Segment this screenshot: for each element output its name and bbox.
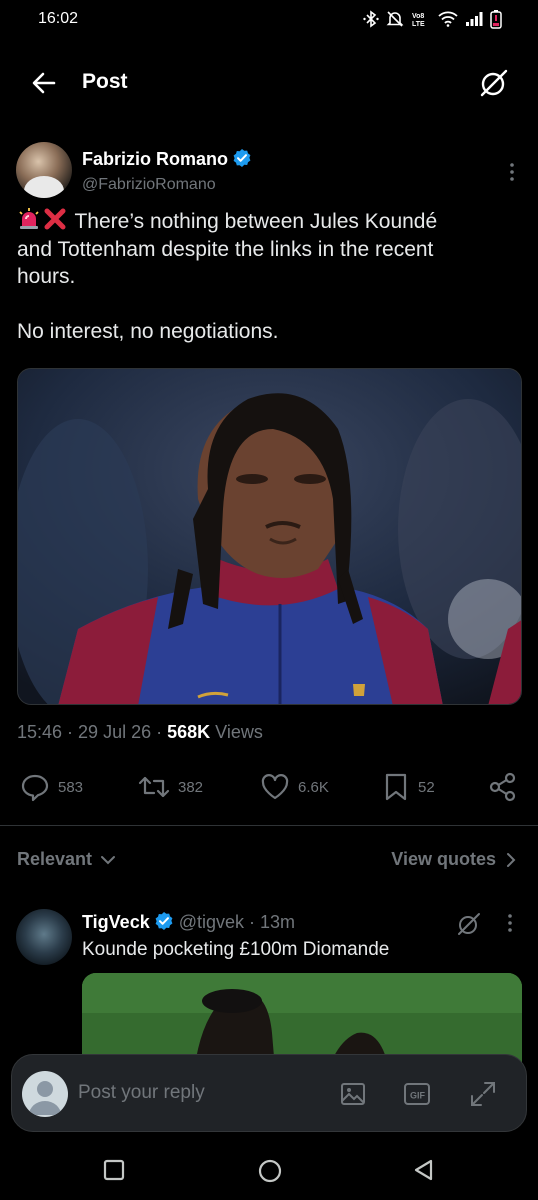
sort-relevant-dropdown[interactable]: Relevant <box>17 849 116 870</box>
reply-button[interactable]: 583 <box>20 772 83 802</box>
home-icon[interactable] <box>257 1158 283 1184</box>
reply-header: TigVeck @tigvek · 13m <box>82 912 296 932</box>
post-actions: 583 382 6.6K 52 <box>0 768 538 810</box>
volte-icon: Vo8LTE <box>412 13 425 28</box>
share-button[interactable] <box>488 772 518 802</box>
post-text-line-2: and Tottenham despite the links in the r… <box>17 237 434 261</box>
verified-badge-icon <box>233 149 251 167</box>
top-bar: Post <box>0 55 538 111</box>
reply-count: 583 <box>58 778 84 796</box>
post-text: There’s nothing between Jules Koundé and… <box>17 207 517 345</box>
bookmark-button[interactable]: 52 <box>382 772 435 802</box>
reply-composer: Post your reply GIF <box>11 1054 527 1132</box>
chevron-right-icon <box>507 852 516 867</box>
author-name[interactable]: Fabrizio Romano <box>82 148 252 170</box>
svg-text:Vo8: Vo8 <box>412 13 424 20</box>
post-time: 15:46 <box>17 722 63 742</box>
bluetooth-icon <box>363 10 379 28</box>
divider <box>0 825 538 826</box>
back-nav-icon[interactable] <box>411 1158 435 1182</box>
more-options-icon[interactable] <box>500 911 520 935</box>
reply-avatar[interactable] <box>16 909 72 965</box>
wifi-icon <box>438 11 458 27</box>
reply-handle[interactable]: @tigvek <box>179 912 244 932</box>
post-image[interactable] <box>17 368 522 705</box>
image-icon[interactable] <box>338 1079 368 1109</box>
post-author: Fabrizio Romano @FabrizioRomano <box>16 142 522 202</box>
status-time: 16:02 <box>38 10 79 27</box>
gif-icon[interactable]: GIF <box>402 1079 432 1109</box>
verified-badge-icon <box>155 912 173 930</box>
reply-item[interactable]: TigVeck @tigvek · 13m Kounde pocketing £… <box>16 905 522 1093</box>
reply-text: Kounde pocketing £100m Diomande <box>82 939 390 960</box>
red-x-icon <box>44 208 66 230</box>
author-avatar[interactable] <box>16 142 72 198</box>
reply-author-name[interactable]: TigVeck <box>82 912 150 932</box>
view-quotes-label: View quotes <box>391 849 496 869</box>
view-quotes-link[interactable]: View quotes <box>391 849 516 870</box>
repost-icon <box>138 776 170 798</box>
mute-icon <box>386 11 404 27</box>
post-meta: 15:46 · 29 Jul 26 · 568K Views <box>17 722 263 742</box>
post-date: 29 Jul 26 <box>78 722 152 742</box>
reply-icon <box>21 774 49 802</box>
svg-text:GIF: GIF <box>410 1091 426 1101</box>
player-photo <box>18 369 521 704</box>
siren-icon <box>19 208 39 229</box>
svg-text:LTE: LTE <box>412 21 425 28</box>
share-icon <box>489 772 516 802</box>
reply-age: 13m <box>260 912 296 932</box>
sort-relevant-label: Relevant <box>17 849 93 869</box>
signal-icon <box>466 12 483 26</box>
repost-count: 382 <box>178 778 204 796</box>
repost-button[interactable]: 382 <box>138 772 203 802</box>
like-button[interactable]: 6.6K <box>260 772 329 802</box>
page-title: Post <box>82 70 128 93</box>
bookmark-icon <box>385 773 407 801</box>
like-count: 6.6K <box>298 778 329 796</box>
status-bar: 16:02 Vo8 LTE <box>0 0 538 40</box>
user-avatar <box>22 1071 68 1117</box>
post-text-paragraph-2: No interest, no negotiations. <box>17 319 279 343</box>
arrow-left-icon[interactable] <box>28 67 60 99</box>
views-count[interactable]: 568K <box>167 722 210 742</box>
author-handle[interactable]: @FabrizioRomano <box>82 176 216 194</box>
replies-sort-bar: Relevant View quotes <box>0 840 538 880</box>
post-text-line-3: hours. <box>17 265 76 288</box>
status-icons: Vo8 LTE <box>363 9 502 29</box>
grok-icon[interactable] <box>478 67 510 99</box>
battery-low-icon <box>490 10 502 29</box>
heart-icon <box>261 774 289 800</box>
expand-icon[interactable] <box>468 1079 498 1109</box>
grok-icon[interactable] <box>456 911 482 937</box>
recents-icon[interactable] <box>102 1158 126 1182</box>
system-nav-bar <box>0 1140 538 1200</box>
post-text-line-1: There’s nothing between Jules Koundé <box>74 210 438 233</box>
chevron-down-icon <box>101 855 116 864</box>
bookmark-count: 52 <box>418 778 435 796</box>
more-options-icon[interactable] <box>502 160 522 184</box>
reply-input[interactable]: Post your reply <box>78 1082 205 1104</box>
views-label: Views <box>215 722 263 742</box>
